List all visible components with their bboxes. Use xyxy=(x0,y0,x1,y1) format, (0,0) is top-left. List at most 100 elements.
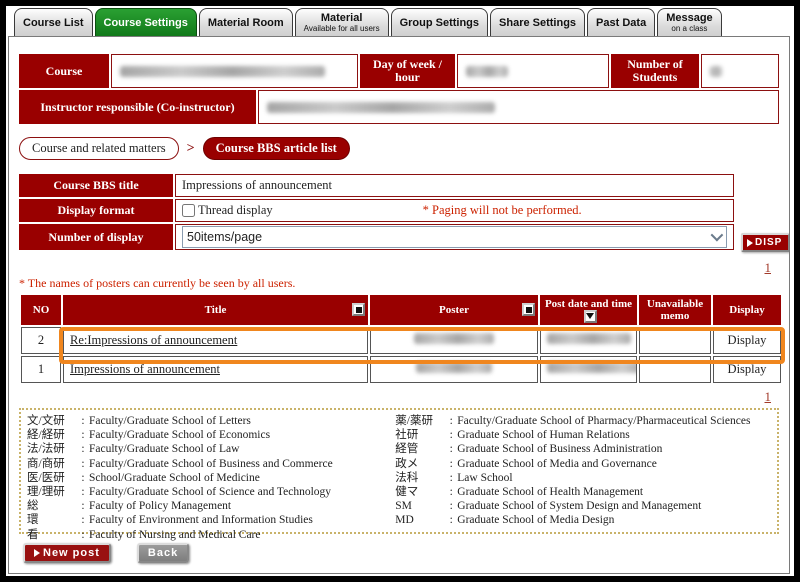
instructor-row: Instructor responsible (Co-instructor) xyxy=(19,90,779,124)
legend-entry: 経管:Graduate School of Business Administr… xyxy=(395,442,771,456)
display-count-row: Number of display 50items/page xyxy=(19,224,734,250)
tab-label: Past Data xyxy=(596,17,646,29)
students-value xyxy=(701,54,779,88)
col-date: Post date and time xyxy=(540,295,637,325)
redacted-course-name xyxy=(120,66,325,77)
sort-poster-icon[interactable] xyxy=(522,303,535,316)
breadcrumb-parent-button[interactable]: Course and related matters xyxy=(19,137,179,160)
col-memo: Unavailable memo xyxy=(639,295,711,325)
article-title-link[interactable]: Re:Impressions of announcement xyxy=(70,333,237,347)
back-button[interactable]: Back xyxy=(137,543,189,563)
redacted-poster xyxy=(416,362,492,373)
display-count-selected-option: 50items/page xyxy=(187,230,262,244)
thread-display-checkbox-label: Thread display xyxy=(198,203,273,218)
footer-actions: New post Back xyxy=(19,543,779,563)
instructor-value xyxy=(258,90,779,124)
legend-entry: MD:Graduate School of Media Design xyxy=(395,513,771,527)
faculty-legend: 文/文研:Faculty/Graduate School of Letters … xyxy=(19,408,779,534)
breadcrumb: Course and related matters > Course BBS … xyxy=(19,137,779,160)
legend-entry: 健マ:Graduate School of Health Management xyxy=(395,485,771,499)
article-title-cell: Impressions of announcement xyxy=(63,356,368,383)
new-post-button[interactable]: New post xyxy=(23,543,111,563)
legend-entry: 経/経研:Faculty/Graduate School of Economic… xyxy=(27,428,395,442)
play-icon xyxy=(747,239,753,247)
disp-button-label: DISP xyxy=(755,237,782,248)
tab-label: Course List xyxy=(23,17,84,29)
col-display: Display xyxy=(713,295,781,325)
paging-note: * Paging will not be performed. xyxy=(423,203,582,218)
article-date-cell xyxy=(540,327,637,354)
legend-entry: 商/商研:Faculty/Graduate School of Business… xyxy=(27,457,395,471)
article-date-cell xyxy=(540,356,637,383)
thread-display-checkbox[interactable] xyxy=(182,204,195,217)
legend-right-column: 薬/薬研:Faculty/Graduate School of Pharmacy… xyxy=(395,414,771,528)
article-display-link[interactable]: Display xyxy=(728,362,767,376)
redacted-date xyxy=(547,333,631,344)
article-display-link[interactable]: Display xyxy=(728,333,767,347)
article-row: 2 Re:Impressions of announcement Display xyxy=(21,327,781,354)
tab-message[interactable]: Messageon a class xyxy=(657,8,721,36)
articles-header-row: NO Title Poster Post date and time Unava… xyxy=(21,295,781,325)
article-title-cell: Re:Impressions of announcement xyxy=(63,327,368,354)
legend-entry: 総:Faculty of Policy Management xyxy=(27,499,395,513)
bbs-form-table: Course BBS title Impressions of announce… xyxy=(19,174,734,252)
play-icon xyxy=(34,549,40,557)
sort-date-desc-icon[interactable] xyxy=(584,310,597,323)
tab-course-list[interactable]: Course List xyxy=(14,8,93,36)
page-link-1[interactable]: 1 xyxy=(765,389,772,404)
display-count-cell: 50items/page xyxy=(175,224,734,250)
tab-bar: Course List Course Settings Material Roo… xyxy=(14,8,722,36)
pagination-top: 1 xyxy=(19,259,779,275)
tab-share-settings[interactable]: Share Settings xyxy=(490,8,585,36)
redacted-date xyxy=(547,362,637,373)
article-memo-cell xyxy=(639,327,711,354)
redacted-poster xyxy=(414,333,494,344)
bbs-title-row: Course BBS title Impressions of announce… xyxy=(19,174,734,197)
legend-entry: 薬/薬研:Faculty/Graduate School of Pharmacy… xyxy=(395,414,771,428)
back-button-label: Back xyxy=(148,547,178,559)
sort-title-icon[interactable] xyxy=(352,303,365,316)
display-count-label: Number of display xyxy=(19,224,173,250)
legend-entry: 政メ:Graduate School of Media and Governan… xyxy=(395,457,771,471)
tab-label: Message xyxy=(666,12,712,24)
tab-sublabel: on a class xyxy=(671,25,707,33)
col-poster: Poster xyxy=(370,295,538,325)
tab-past-data[interactable]: Past Data xyxy=(587,8,655,36)
bbs-title-value: Impressions of announcement xyxy=(175,174,734,197)
page-link-1[interactable]: 1 xyxy=(765,260,772,275)
tab-label: Material xyxy=(321,12,363,24)
tab-material-room[interactable]: Material Room xyxy=(199,8,293,36)
legend-entry: 環:Faculty of Environment and Information… xyxy=(27,513,395,527)
legend-entry: 看:Faculty of Nursing and Medical Care xyxy=(27,528,395,542)
tab-material-all-users[interactable]: MaterialAvailable for all users xyxy=(295,8,389,36)
new-post-button-label: New post xyxy=(43,547,100,559)
article-no: 2 xyxy=(21,327,61,354)
col-poster-label: Poster xyxy=(439,304,469,316)
students-label: Number of Students xyxy=(611,54,699,88)
redacted-count xyxy=(710,66,722,77)
display-format-label: Display format xyxy=(19,199,173,222)
course-value xyxy=(111,54,358,88)
tab-course-settings[interactable]: Course Settings xyxy=(95,8,197,36)
col-title-label: Title xyxy=(205,304,227,316)
day-of-week-value xyxy=(457,54,609,88)
tab-label: Material Room xyxy=(208,17,284,29)
display-count-select[interactable]: 50items/page xyxy=(182,226,727,248)
bbs-title-label: Course BBS title xyxy=(19,174,173,197)
page: Course List Course Settings Material Roo… xyxy=(6,6,794,576)
breadcrumb-current: Course BBS article list xyxy=(203,137,350,160)
article-poster-cell xyxy=(370,327,538,354)
articles-table: NO Title Poster Post date and time Unava… xyxy=(19,293,783,385)
display-format-value: Thread display * Paging will not be perf… xyxy=(175,199,734,222)
disp-button[interactable]: DISP xyxy=(741,233,790,252)
posters-visibility-note: * The names of posters can currently be … xyxy=(19,276,779,291)
legend-entry: 法科:Law School xyxy=(395,471,771,485)
breadcrumb-separator: > xyxy=(187,141,195,157)
article-display-cell: Display xyxy=(713,356,781,383)
article-memo-cell xyxy=(639,356,711,383)
article-title-link[interactable]: Impressions of announcement xyxy=(70,362,220,376)
tab-group-settings[interactable]: Group Settings xyxy=(391,8,488,36)
tab-sublabel: Available for all users xyxy=(304,25,380,33)
chevron-down-icon xyxy=(711,229,724,242)
redacted-day xyxy=(466,66,508,77)
